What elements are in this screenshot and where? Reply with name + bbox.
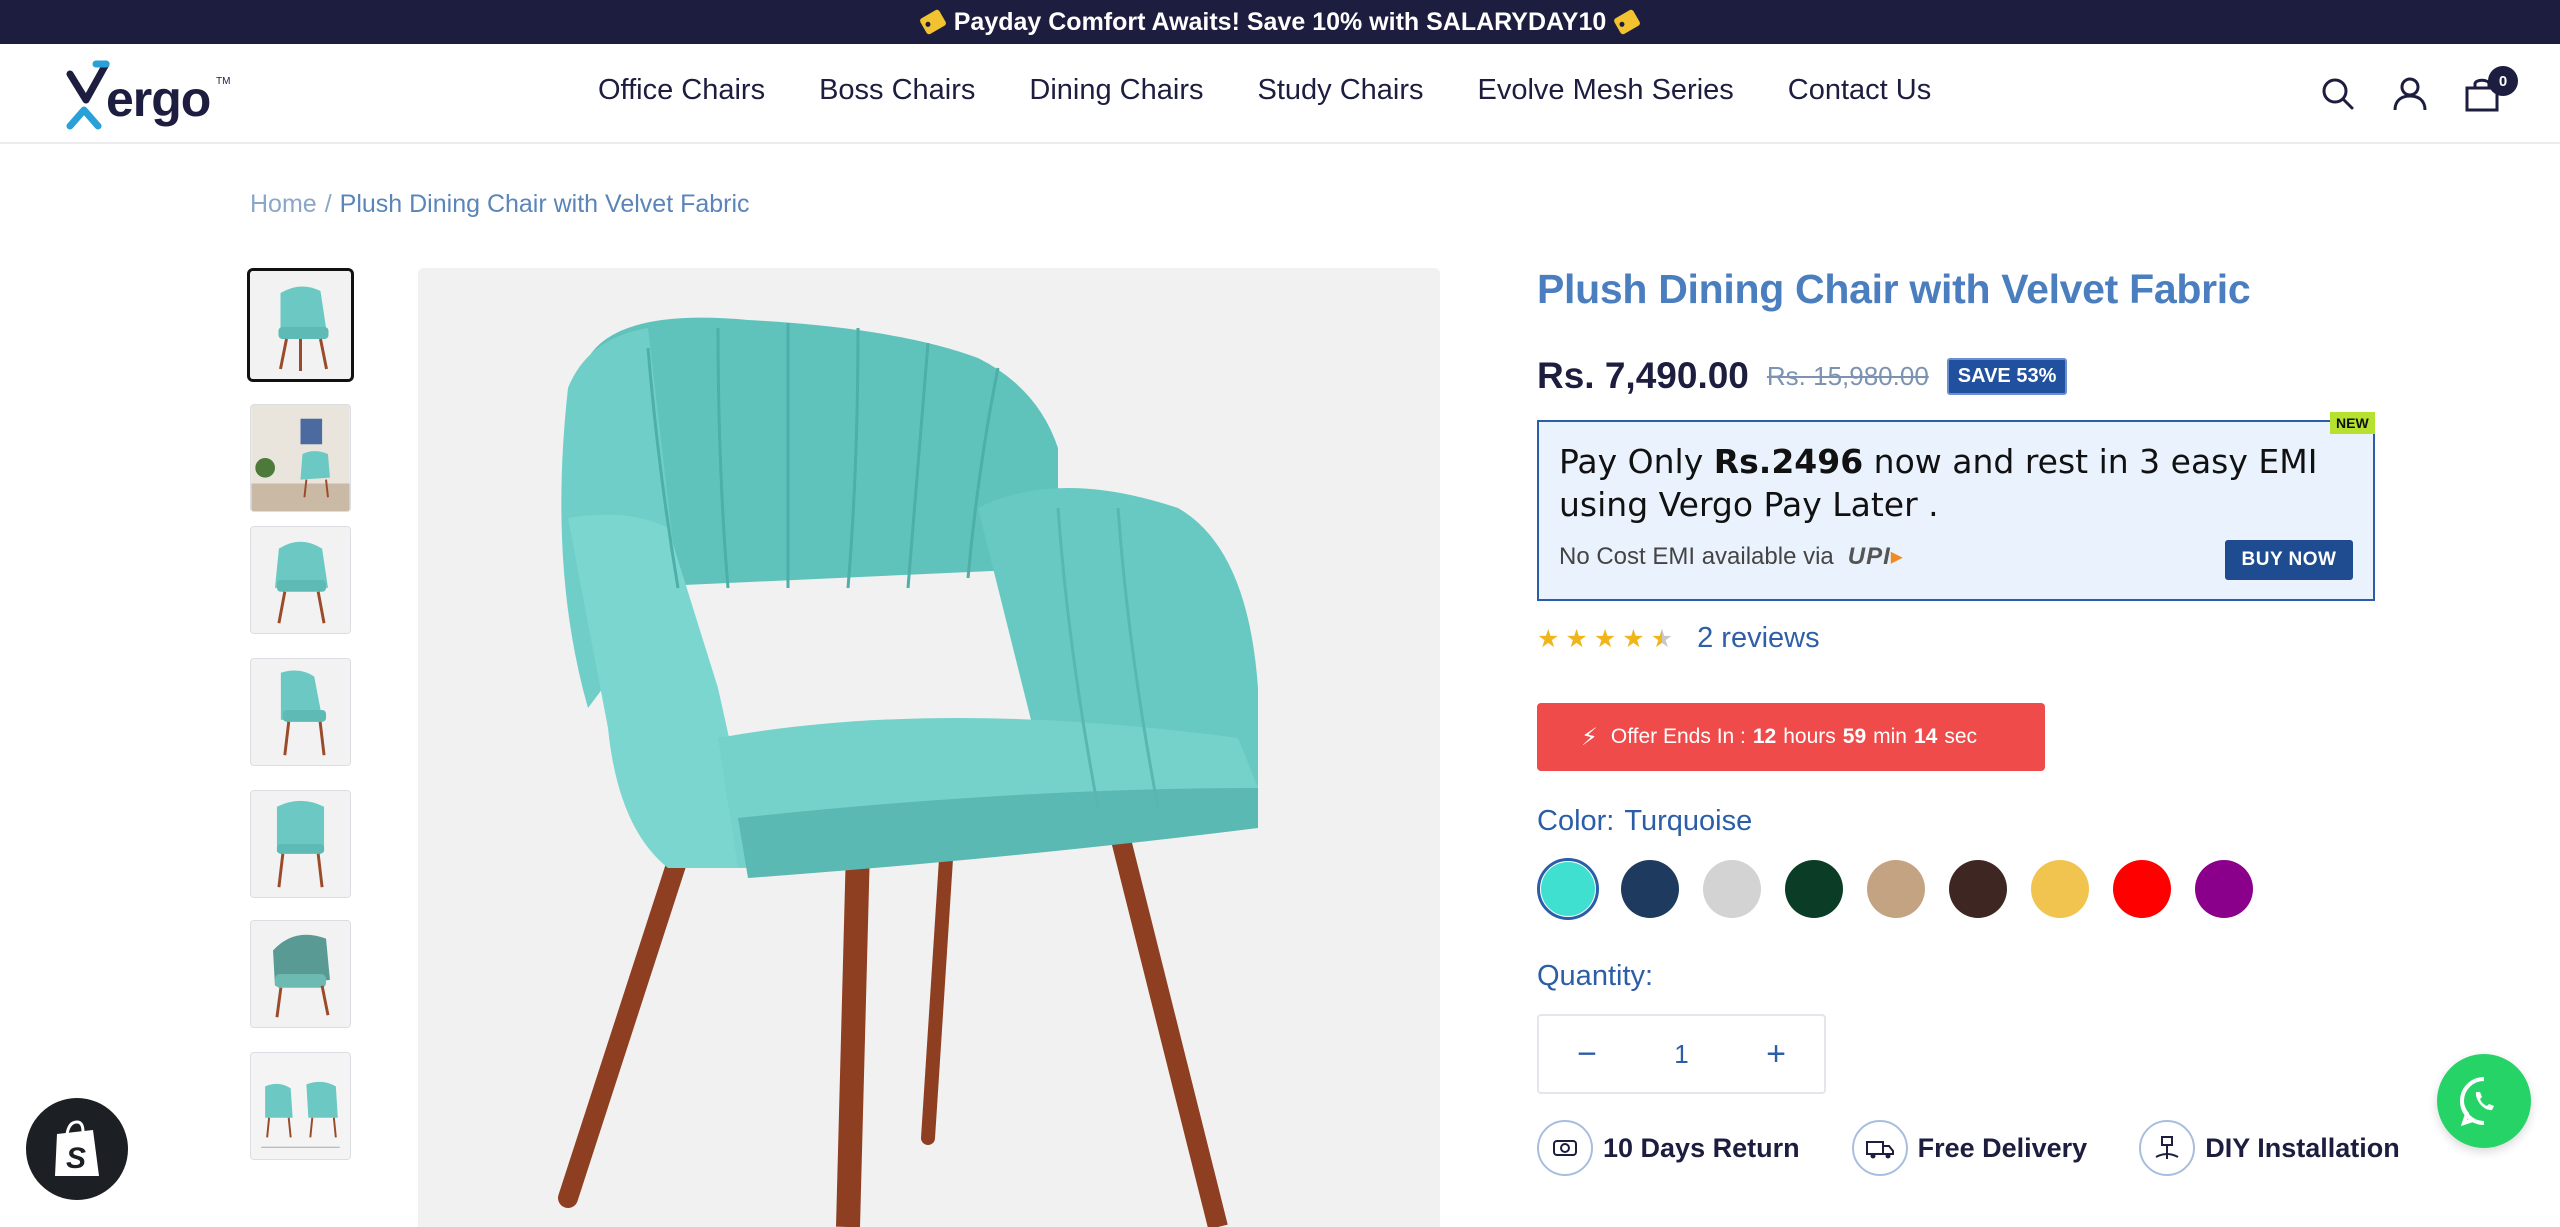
product-thumbnail[interactable] [250, 790, 351, 898]
emi-line-1: Pay Only Rs.2496 now and rest in 3 easy … [1559, 442, 2318, 481]
whatsapp-icon [2459, 1077, 2494, 1127]
main-nav: Office Chairs Boss Chairs Dining Chairs … [598, 74, 1931, 107]
swatch-red[interactable] [2111, 858, 2173, 920]
swatch-dark-green[interactable] [1783, 858, 1845, 920]
selected-color: Turquoise [1624, 805, 1753, 837]
tag-icon [918, 8, 947, 36]
nav-office-chairs[interactable]: Office Chairs [598, 74, 765, 107]
perks: 10 Days Return Free Delivery DIY Install… [1537, 1120, 2400, 1176]
quantity-value[interactable]: 1 [1674, 1039, 1688, 1070]
buy-now-button[interactable]: BUY NOW [2225, 540, 2353, 580]
breadcrumb-current: Plush Dining Chair with Velvet Fabric [339, 190, 750, 218]
swatch-purple[interactable] [2193, 858, 2255, 920]
breadcrumb-home[interactable]: Home [250, 190, 317, 219]
breadcrumb: Home / Plush Dining Chair with Velvet Fa… [250, 190, 750, 219]
color-swatches [1537, 858, 2255, 920]
emi-line-2: using Vergo Pay Later . [1559, 485, 1939, 524]
product-title: Plush Dining Chair with Velvet Fabric [1537, 266, 2251, 312]
swatch-beige[interactable] [1865, 858, 1927, 920]
cart-count-badge: 0 [2488, 66, 2518, 96]
star-icon: ★ [1537, 624, 1560, 653]
quantity-label: Quantity: [1537, 960, 1654, 992]
vergo-logo[interactable]: ergo TM [66, 54, 236, 134]
tools-icon [2139, 1120, 2196, 1176]
whatsapp-chat-button[interactable] [2437, 1054, 2531, 1148]
star-icon: ★ [1622, 624, 1645, 653]
star-icon: ★ [1593, 624, 1617, 653]
swatch-light-grey[interactable] [1701, 858, 1763, 920]
product-price: Rs. 7,490.00 [1537, 355, 1749, 396]
upi-logo-icon: UPI▸ [1847, 543, 1904, 570]
breadcrumb-separator: / [324, 190, 332, 218]
product-thumbnail[interactable] [250, 920, 351, 1028]
quantity-decrease-button[interactable]: − [1569, 1035, 1605, 1074]
logo-text: ergo [106, 71, 211, 127]
save-badge: SAVE 53% [1946, 357, 2068, 395]
swatch-navy[interactable] [1619, 858, 1681, 920]
product-thumbnail[interactable] [250, 404, 351, 512]
countdown-hours: 12 [1752, 725, 1777, 748]
compare-price: Rs. 15,980.00 [1766, 360, 1929, 391]
perk-return: 10 Days Return [1537, 1120, 1800, 1176]
swatch-mustard[interactable] [2029, 858, 2091, 920]
nav-boss-chairs[interactable]: Boss Chairs [819, 74, 975, 107]
seconds-label: sec [1944, 725, 1978, 748]
offer-countdown: ⚡ Offer Ends In : 12 hours 59 min 14 sec [1537, 703, 2045, 771]
new-badge: NEW [2330, 412, 2375, 434]
search-icon[interactable] [2318, 74, 2358, 114]
countdown-minutes: 59 [1842, 725, 1867, 748]
shopify-badge-button[interactable]: S [26, 1098, 128, 1200]
chair-image [418, 268, 1440, 1227]
nav-dining-chairs[interactable]: Dining Chairs [1029, 74, 1203, 107]
product-main-image[interactable] [418, 268, 1440, 1227]
product-thumbnail[interactable] [247, 268, 354, 382]
product-thumbnail[interactable] [250, 1052, 351, 1160]
offer-prefix: Offer Ends In : [1610, 725, 1746, 748]
truck-icon [1851, 1120, 1908, 1176]
bolt-icon: ⚡ [1581, 723, 1598, 751]
announcement-bar: Payday Comfort Awaits! Save 10% with SAL… [0, 0, 2560, 44]
announcement-text: Payday Comfort Awaits! Save 10% with SAL… [953, 7, 1607, 36]
nav-contact-us[interactable]: Contact Us [1788, 74, 1931, 107]
half-star-icon: ★ [1650, 624, 1674, 653]
star-icon: ★ [1565, 624, 1588, 653]
nav-study-chairs[interactable]: Study Chairs [1257, 74, 1423, 107]
color-label: Color: Turquoise [1537, 805, 1753, 837]
countdown-seconds: 14 [1913, 725, 1938, 748]
rating: ★ ★ ★ ★ ★ 2 reviews [1537, 622, 1820, 655]
emi-sub-text: No Cost EMI available via UPI▸ [1559, 542, 1904, 571]
perk-delivery: Free Delivery [1851, 1120, 2087, 1176]
reviews-link[interactable]: 2 reviews [1697, 622, 1820, 655]
return-icon [1537, 1120, 1593, 1176]
perk-installation: DIY Installation [2139, 1120, 2400, 1176]
account-icon[interactable] [2390, 74, 2430, 114]
swatch-dark-brown[interactable] [1947, 858, 2009, 920]
emi-amount: Rs.2496 [1713, 442, 1864, 481]
product-thumbnail[interactable] [250, 526, 351, 634]
site-header: ergo TM Office Chairs Boss Chairs Dining… [0, 44, 2560, 144]
hours-label: hours [1783, 725, 1836, 748]
emi-box: Pay Only Rs.2496 now and rest in 3 easy … [1537, 420, 2375, 601]
quantity-stepper: − 1 + [1537, 1014, 1826, 1094]
svg-text:S: S [66, 1142, 86, 1175]
minutes-label: min [1873, 725, 1907, 748]
price-row: Rs. 7,490.00 Rs. 15,980.00 SAVE 53% [1537, 355, 2068, 397]
nav-evolve-mesh-series[interactable]: Evolve Mesh Series [1478, 74, 1734, 107]
swatch-turquoise[interactable] [1537, 858, 1599, 920]
quantity-increase-button[interactable]: + [1758, 1035, 1794, 1074]
tag-icon [1613, 8, 1642, 36]
product-thumbnail[interactable] [250, 658, 351, 766]
logo-tm: TM [216, 76, 231, 87]
shopify-bag-icon: S [55, 1120, 99, 1176]
